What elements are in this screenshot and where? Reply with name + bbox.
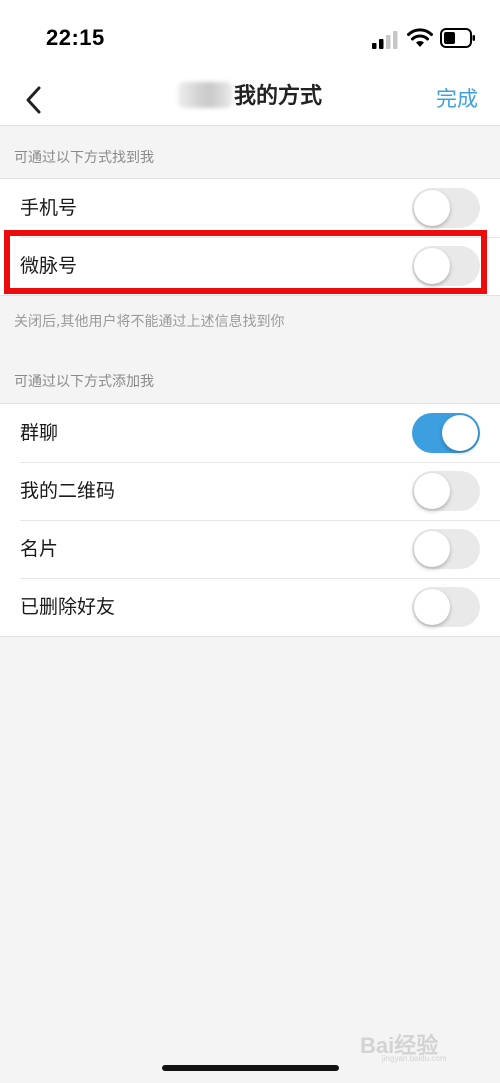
- setting-row-qr-code: 我的二维码: [0, 462, 500, 520]
- setting-row-business-card: 名片: [0, 520, 500, 578]
- done-button[interactable]: 完成: [436, 83, 478, 113]
- setting-row-weimai-id: 微脉号: [0, 237, 500, 295]
- toggle-knob: [414, 589, 450, 625]
- toggle-knob: [414, 531, 450, 567]
- cellular-signal-icon: [372, 31, 398, 49]
- status-bar: 22:15: [0, 0, 500, 76]
- setting-row-deleted-friends: 已删除好友: [0, 578, 500, 636]
- business-card-toggle[interactable]: [412, 529, 480, 569]
- setting-label: 名片: [20, 538, 59, 560]
- setting-row-group-chat: 群聊: [0, 404, 500, 462]
- toggle-knob: [414, 190, 450, 226]
- home-indicator[interactable]: [162, 1065, 339, 1071]
- watermark-subtext: jingyan.baidu.com: [382, 1054, 447, 1063]
- page-title: 我的方式: [233, 84, 322, 109]
- wifi-icon: [407, 28, 433, 47]
- toggle-knob: [414, 248, 450, 284]
- setting-label: 群聊: [20, 422, 59, 444]
- section-header-find-me: 可通过以下方式找到我: [14, 150, 154, 166]
- blurred-title-prefix: [177, 81, 232, 108]
- navigation-bar: 我的方式 完成: [0, 76, 500, 126]
- qr-code-toggle[interactable]: [412, 471, 480, 511]
- setting-label: 手机号: [20, 197, 78, 219]
- baidu-jingyan-watermark: Bai经验 jingyan.baidu.com: [360, 1022, 490, 1066]
- add-me-group: 群聊 我的二维码 名片 已删除好友: [0, 403, 500, 637]
- setting-label: 微脉号: [20, 255, 78, 277]
- toggle-knob: [442, 415, 478, 451]
- toggle-knob: [414, 473, 450, 509]
- deleted-friends-toggle[interactable]: [412, 587, 480, 627]
- group-chat-toggle[interactable]: [412, 413, 480, 453]
- setting-label: 已删除好友: [20, 596, 116, 618]
- phone-toggle[interactable]: [412, 188, 480, 228]
- weimai-id-toggle[interactable]: [412, 246, 480, 286]
- battery-icon: [440, 28, 475, 48]
- find-me-group: 手机号 微脉号: [0, 178, 500, 296]
- setting-row-phone: 手机号: [0, 179, 500, 237]
- section-footer-note: 关闭后,其他用户将不能通过上述信息找到你: [14, 314, 285, 330]
- setting-label: 我的二维码: [20, 480, 116, 502]
- page-title-wrap: 我的方式: [0, 76, 500, 124]
- status-time: 22:15: [46, 25, 105, 50]
- section-header-add-me: 可通过以下方式添加我: [14, 374, 154, 390]
